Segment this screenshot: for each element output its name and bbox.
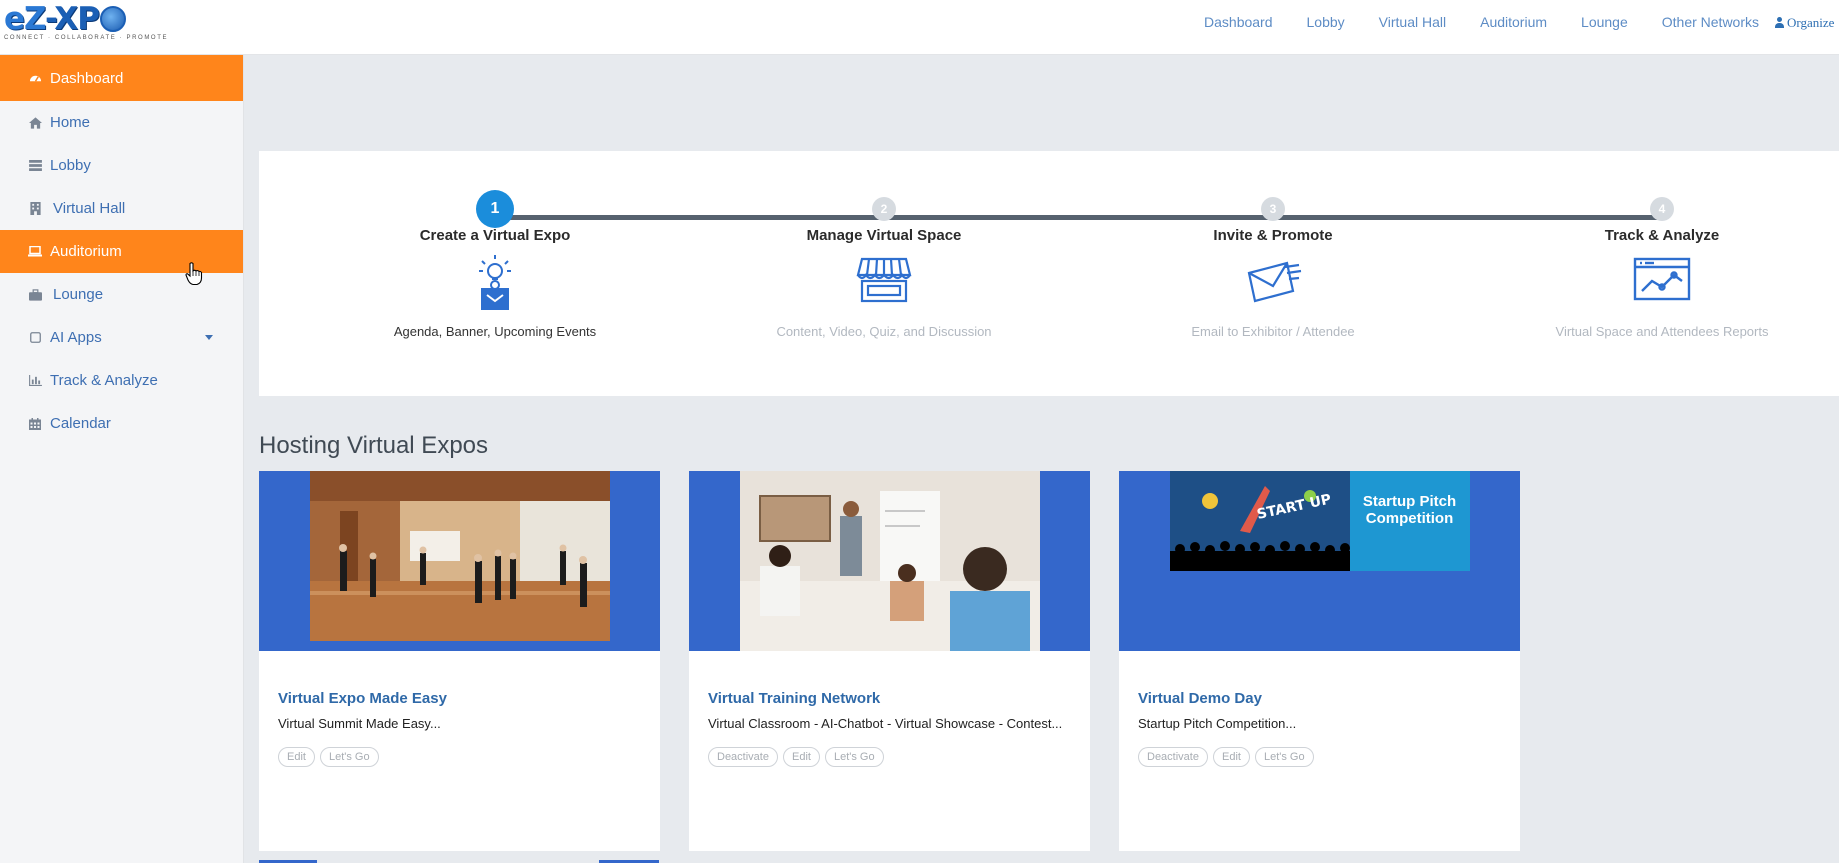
step-number-badge: 1: [476, 190, 514, 228]
step-title: Track & Analyze: [1604, 227, 1720, 244]
lets-go-button[interactable]: Let's Go: [1254, 747, 1314, 767]
sidebar-item-label: Calendar: [50, 415, 111, 432]
progress-track: [495, 215, 1665, 220]
user-menu[interactable]: Organize: [1775, 15, 1834, 31]
lets-go-button[interactable]: Let's Go: [824, 747, 884, 767]
setup-steps-panel: 1 Create a Virtual Expo Agenda, Banner, …: [259, 151, 1839, 396]
section-title: Hosting Virtual Expos: [259, 432, 489, 459]
sidebar-item-label: Auditorium: [50, 243, 122, 260]
top-navigation: Dashboard Lobby Virtual Hall Auditorium …: [1204, 13, 1759, 31]
sidebar-item-label: Virtual Hall: [53, 200, 126, 217]
sidebar-item-label: Track & Analyze: [50, 372, 158, 389]
bar-chart-icon: [28, 374, 42, 388]
edit-button[interactable]: Edit: [1212, 747, 1250, 767]
sidebar-item-calendar[interactable]: Calendar: [0, 402, 243, 445]
card-banner[interactable]: [689, 471, 1090, 651]
lightbulb-presenter-icon: [465, 253, 525, 310]
laptop-icon: [28, 245, 42, 259]
step-title: Manage Virtual Space: [806, 227, 962, 244]
chevron-down-icon[interactable]: [205, 335, 213, 340]
sidebar-item-label: Lounge: [53, 286, 104, 303]
step-number-badge: 2: [872, 197, 896, 221]
expo-card: Virtual Expo Made Easy Virtual Summit Ma…: [259, 471, 660, 851]
card-banner[interactable]: [259, 471, 660, 651]
topnav-dashboard[interactable]: Dashboard: [1204, 13, 1273, 31]
card-banner[interactable]: START UP Startup Pitch Competition: [1119, 471, 1520, 651]
step-title: Create a Virtual Expo: [419, 227, 571, 244]
sidebar-item-virtual-hall[interactable]: Virtual Hall: [0, 187, 243, 230]
building-icon: [28, 202, 42, 216]
user-label: Organize: [1787, 15, 1835, 30]
expo-lobby-photo: [309, 471, 610, 651]
dashboard-icon: [28, 71, 42, 85]
step-description: Virtual Space and Attendees Reports: [1555, 324, 1769, 339]
sidebar-item-dashboard[interactable]: Dashboard: [0, 55, 243, 101]
card-actions: Deactivate Edit Let's Go: [1138, 747, 1314, 767]
startup-pitch-banner: START UP Startup Pitch Competition: [1169, 471, 1470, 571]
sidebar-item-home[interactable]: Home: [0, 101, 243, 144]
sidebar: Dashboard Home Lobby Virtual Hall Audito…: [0, 55, 244, 863]
topnav-lounge[interactable]: Lounge: [1581, 13, 1628, 31]
topnav-lobby[interactable]: Lobby: [1307, 13, 1345, 31]
expo-card: START UP Startup Pitch Competition Virtu…: [1119, 471, 1520, 851]
step-invite-promote[interactable]: 3 Invite & Promote Email to Exhibitor / …: [1123, 197, 1423, 339]
classroom-photo: [739, 471, 1040, 651]
top-header: eZ-XP CONNECT · COLLABORATE · PROMOTE Da…: [0, 0, 1839, 55]
sidebar-item-label: Home: [50, 114, 91, 131]
banner-headline: Startup Pitch Competition: [1362, 493, 1457, 527]
sidebar-item-track-analyze[interactable]: Track & Analyze: [0, 359, 243, 402]
step-create-virtual-expo[interactable]: 1 Create a Virtual Expo Agenda, Banner, …: [345, 190, 645, 339]
card-title[interactable]: Virtual Expo Made Easy: [278, 690, 447, 707]
expo-card: Virtual Training Network Virtual Classro…: [689, 471, 1090, 851]
card-subtitle: Virtual Classroom - AI-Chatbot - Virtual…: [708, 716, 1063, 731]
card-title[interactable]: Virtual Demo Day: [1138, 690, 1262, 707]
email-send-icon: [1243, 253, 1303, 309]
analytics-window-icon: [1632, 253, 1692, 309]
step-description: Content, Video, Quiz, and Discussion: [776, 324, 992, 339]
card-actions: Edit Let's Go: [278, 747, 379, 767]
sidebar-item-lounge[interactable]: Lounge: [0, 273, 243, 316]
step-description: Email to Exhibitor / Attendee: [1191, 324, 1355, 339]
deactivate-button[interactable]: Deactivate: [708, 747, 778, 767]
briefcase-icon: [28, 288, 42, 302]
brand-tagline: CONNECT · COLLABORATE · PROMOTE: [4, 35, 169, 41]
hand-cursor-icon: [185, 262, 203, 286]
calendar-icon: [28, 417, 42, 431]
sidebar-item-label: AI Apps: [50, 329, 102, 346]
sidebar-item-label: Lobby: [50, 157, 91, 174]
step-number-badge: 4: [1650, 197, 1674, 221]
square-icon: [28, 331, 42, 345]
topnav-virtual-hall[interactable]: Virtual Hall: [1379, 13, 1446, 31]
step-title: Invite & Promote: [1213, 227, 1333, 244]
card-title[interactable]: Virtual Training Network: [708, 690, 880, 707]
home-icon: [28, 116, 42, 130]
step-manage-virtual-space[interactable]: 2 Manage Virtual Space Content, Video, Q…: [734, 197, 1034, 339]
user-icon: [1775, 17, 1784, 28]
list-icon: [28, 159, 42, 173]
step-number-badge: 3: [1261, 197, 1285, 221]
deactivate-button[interactable]: Deactivate: [1138, 747, 1208, 767]
edit-button[interactable]: Edit: [782, 747, 820, 767]
topnav-auditorium[interactable]: Auditorium: [1480, 13, 1547, 31]
sidebar-item-ai-apps[interactable]: AI Apps: [0, 316, 243, 359]
card-subtitle: Startup Pitch Competition...: [1138, 716, 1297, 731]
globe-icon: [99, 6, 126, 32]
card-actions: Deactivate Edit Let's Go: [708, 747, 884, 767]
storefront-icon: [854, 253, 914, 309]
sidebar-item-auditorium[interactable]: Auditorium: [0, 230, 243, 273]
brand-logo[interactable]: eZ-XP CONNECT · COLLABORATE · PROMOTE: [4, 2, 169, 44]
lets-go-button[interactable]: Let's Go: [319, 747, 379, 767]
step-description: Agenda, Banner, Upcoming Events: [393, 324, 597, 339]
topnav-other-networks[interactable]: Other Networks: [1662, 13, 1759, 31]
sidebar-item-label: Dashboard: [50, 69, 124, 87]
sidebar-item-lobby[interactable]: Lobby: [0, 144, 243, 187]
step-track-analyze[interactable]: 4 Track & Analyze Virtual Space and Atte…: [1512, 197, 1812, 339]
edit-button[interactable]: Edit: [278, 747, 315, 767]
card-subtitle: Virtual Summit Made Easy...: [278, 716, 441, 731]
